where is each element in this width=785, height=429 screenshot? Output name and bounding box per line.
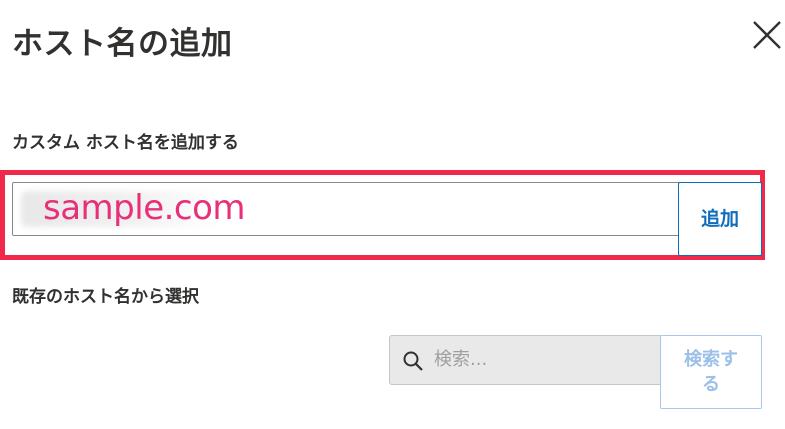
dialog-title: ホスト名の追加 — [12, 26, 233, 62]
search-input[interactable]: 検索... — [389, 335, 661, 385]
custom-hostname-input[interactable]: sample.com — [12, 182, 680, 236]
custom-hostname-label: カスタム ホスト名を追加する — [12, 133, 239, 153]
close-button[interactable] — [748, 16, 785, 54]
add-button[interactable]: 追加 — [678, 182, 762, 256]
search-icon — [403, 351, 423, 371]
hostname-input-value: sample.com — [43, 188, 246, 228]
search-button[interactable]: 検索する — [660, 335, 762, 409]
add-hostname-dialog: ホスト名の追加 カスタム ホスト名を追加する sample.com 追加 既存の… — [0, 0, 785, 429]
close-icon — [753, 21, 781, 49]
existing-hostname-label: 既存のホスト名から選択 — [12, 287, 199, 307]
search-placeholder: 検索... — [434, 349, 488, 370]
